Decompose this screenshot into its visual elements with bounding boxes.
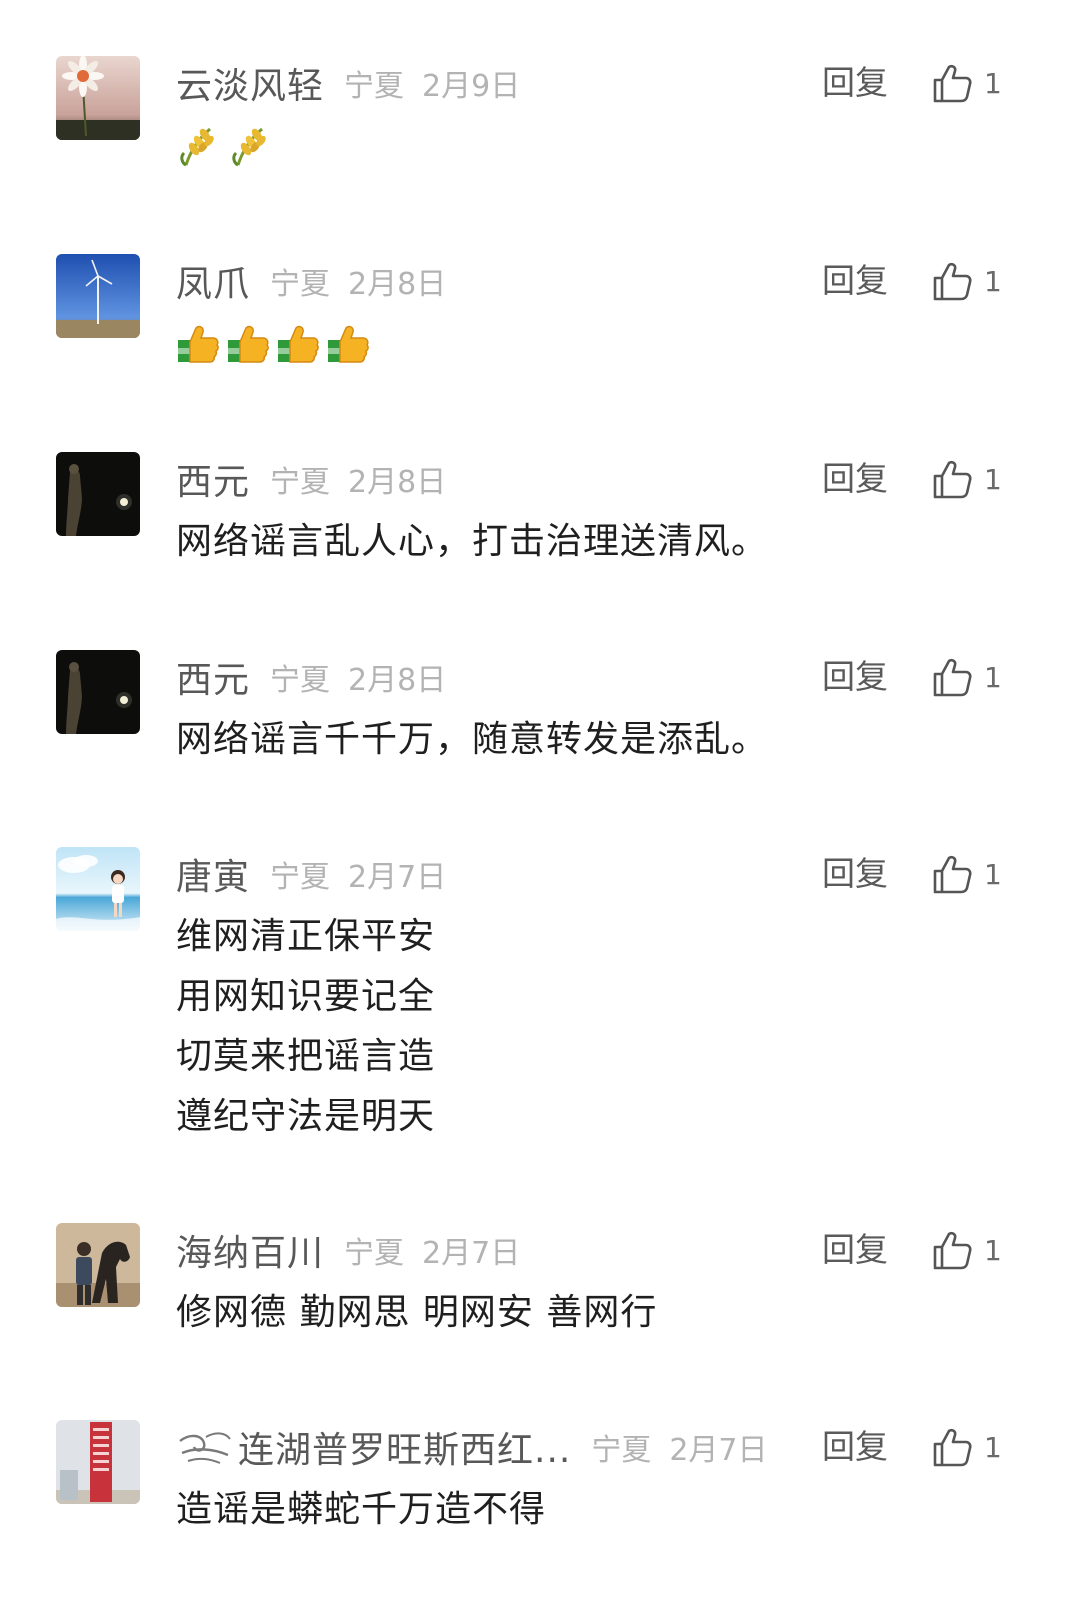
reply-button[interactable]: 回复 — [822, 454, 888, 504]
region-label: 宁夏 — [270, 465, 331, 500]
region-label: 宁夏 — [344, 69, 405, 104]
comment-text-line: 用网知识要记全 — [176, 976, 436, 1017]
region-label: 宁夏 — [270, 663, 331, 698]
username[interactable]: 云淡风轻 — [176, 57, 324, 109]
thumbs-up-outline-icon — [930, 1425, 974, 1469]
comment-header: 云淡风轻 宁夏 2月9日 — [176, 56, 520, 110]
avatar[interactable] — [56, 452, 140, 536]
daisy-flower-avatar — [56, 56, 140, 140]
comment-date: 2月7日 — [422, 1236, 521, 1271]
region-label: 宁夏 — [344, 1236, 405, 1271]
comment-text: 网络谣言乱人心，打击治理送清风。 — [176, 521, 769, 562]
username[interactable]: 西元 — [176, 651, 250, 703]
comment-body: 网络谣言千千万，随意转发是添乱。 — [176, 710, 768, 770]
avatar[interactable] — [56, 56, 140, 140]
comment-header: 唐寅 宁夏 2月7日 — [176, 847, 446, 901]
avatar[interactable] — [56, 847, 140, 931]
comment-header: 连湖普罗旺斯西红... 宁夏 2月7日 — [176, 1420, 768, 1474]
comment-date: 2月7日 — [348, 860, 447, 895]
thumbs-up-outline-icon — [930, 259, 974, 303]
comment-body: 网络谣言乱人心，打击治理送清风。 — [176, 512, 768, 572]
like-button[interactable]: 1 — [930, 58, 1002, 108]
comment-date: 2月8日 — [348, 663, 447, 698]
region-label: 宁夏 — [270, 860, 331, 895]
red-banner-building-avatar — [56, 1420, 140, 1504]
like-count: 1 — [984, 66, 1002, 100]
username[interactable]: 西元 — [176, 453, 250, 505]
reply-button[interactable]: 回复 — [822, 256, 888, 306]
comment-header: 西元 宁夏 2月8日 — [176, 650, 446, 704]
comment-text: 修网德 勤网思 明网安 善网行 — [176, 1292, 658, 1333]
username[interactable]: 凤爪 — [176, 255, 250, 307]
like-button[interactable]: 1 — [930, 1422, 1002, 1472]
night-moon-figure-avatar — [56, 452, 140, 536]
comment-body — [176, 314, 376, 374]
like-button[interactable]: 1 — [930, 652, 1002, 702]
like-button[interactable]: 1 — [930, 849, 1002, 899]
comment-text: 网络谣言千千万，随意转发是添乱。 — [176, 719, 769, 760]
reply-button[interactable]: 回复 — [822, 58, 888, 108]
child-beach-avatar — [56, 847, 140, 931]
comment-date: 2月9日 — [422, 69, 521, 104]
comment-text-line: 维网清正保平安 — [176, 916, 436, 957]
rice-ear-emoji — [232, 127, 266, 167]
thumbs-up-outline-icon — [930, 457, 974, 501]
like-count: 1 — [984, 462, 1002, 496]
avatar[interactable] — [56, 1223, 140, 1307]
avatar[interactable] — [56, 650, 140, 734]
thumbs-up-emoji — [278, 325, 319, 363]
like-count: 1 — [984, 1233, 1002, 1267]
username[interactable]: 连湖普罗旺斯西红... — [238, 1421, 571, 1473]
comment-header: 凤爪 宁夏 2月8日 — [176, 254, 446, 308]
avatar[interactable] — [56, 1420, 140, 1504]
reply-button[interactable]: 回复 — [822, 849, 888, 899]
like-button[interactable]: 1 — [930, 256, 1002, 306]
like-count: 1 — [984, 857, 1002, 891]
comment-body: 造谣是蟒蛇千万造不得 — [176, 1480, 546, 1540]
rice-ear-emoji — [180, 127, 214, 167]
comment-body: 修网德 勤网思 明网安 善网行 — [176, 1283, 657, 1343]
night-moon-figure-avatar — [56, 650, 140, 734]
emoji-row — [176, 314, 376, 374]
thumbs-up-emoji — [328, 325, 369, 363]
comment-text-line: 遵纪守法是明天 — [176, 1096, 436, 1137]
region-label: 宁夏 — [591, 1433, 652, 1468]
comment-date: 2月8日 — [348, 267, 447, 302]
comment-date: 2月7日 — [669, 1433, 768, 1468]
like-count: 1 — [984, 1430, 1002, 1464]
thumbs-up-outline-icon — [930, 852, 974, 896]
comment-header: 西元 宁夏 2月8日 — [176, 452, 446, 506]
like-count: 1 — [984, 660, 1002, 694]
swirl-wind-icon — [176, 1427, 234, 1467]
emoji-row — [176, 116, 280, 176]
thumbs-up-outline-icon — [930, 655, 974, 699]
like-count: 1 — [984, 264, 1002, 298]
thumbs-up-outline-icon — [930, 1228, 974, 1272]
wind-turbine-sky-avatar — [56, 254, 140, 338]
like-button[interactable]: 1 — [930, 454, 1002, 504]
reply-button[interactable]: 回复 — [822, 652, 888, 702]
comment-header: 海纳百川 宁夏 2月7日 — [176, 1223, 520, 1277]
comment-body — [176, 116, 280, 176]
thumbs-up-emoji — [178, 325, 219, 363]
thumbs-up-outline-icon — [930, 61, 974, 105]
username[interactable]: 海纳百川 — [176, 1224, 324, 1276]
comment-text-line: 切莫来把谣言造 — [176, 1036, 436, 1077]
avatar[interactable] — [56, 254, 140, 338]
region-label: 宁夏 — [270, 267, 331, 302]
username[interactable]: 唐寅 — [176, 848, 250, 900]
comment-body: 维网清正保平安 用网知识要记全 切莫来把谣言造 遵纪守法是明天 — [176, 907, 435, 1147]
man-with-horse-avatar — [56, 1223, 140, 1307]
reply-button[interactable]: 回复 — [822, 1422, 888, 1472]
reply-button[interactable]: 回复 — [822, 1225, 888, 1275]
comment-text: 造谣是蟒蛇千万造不得 — [176, 1489, 547, 1530]
comment-date: 2月8日 — [348, 465, 447, 500]
like-button[interactable]: 1 — [930, 1225, 1002, 1275]
thumbs-up-emoji — [228, 325, 269, 363]
